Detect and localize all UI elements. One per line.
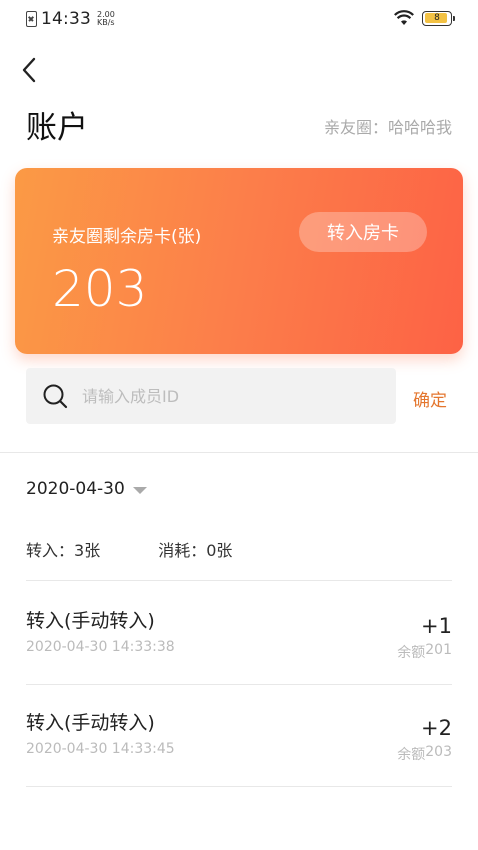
- record-balance: 余额 203: [397, 744, 452, 764]
- page-title: 账户: [26, 110, 88, 146]
- record-title: 转入(手动转入): [26, 712, 155, 734]
- circle-info: 亲友圈： 哈哈哈我: [324, 114, 452, 138]
- card-balance-label: 亲友圈剩余房卡(张): [52, 227, 202, 247]
- record-balance-label: 余额: [397, 645, 426, 661]
- list-divider: [26, 580, 452, 581]
- network-speed-unit: KB/s: [97, 18, 115, 27]
- summary-in-value: 3张: [74, 541, 101, 560]
- summary-consumed: 消耗： 0张: [158, 537, 232, 561]
- room-card-balance-card: 亲友圈剩余房卡(张) 203 转入房卡: [15, 168, 463, 354]
- record-balance-label: 余额: [397, 747, 426, 763]
- status-left: 14:33 2.00 KB/s: [26, 9, 115, 29]
- list-item: 转入(手动转入) 2020-04-30 14:33:38 +1 余额 201: [26, 606, 452, 686]
- wifi-icon: [394, 10, 414, 25]
- date-value: 2020-04-30: [26, 479, 125, 499]
- list-item: 转入(手动转入) 2020-04-30 14:33:45 +2 余额 203: [26, 708, 452, 788]
- record-balance-value: 203: [425, 744, 452, 760]
- status-bar: 14:33 2.00 KB/s 8: [0, 0, 478, 40]
- confirm-button[interactable]: 确定: [413, 386, 447, 411]
- member-id-input[interactable]: [82, 386, 362, 406]
- record-amount: +2: [421, 716, 452, 740]
- record-amount: +1: [421, 614, 452, 638]
- status-right: 8: [394, 10, 455, 26]
- battery-icon: 8: [422, 10, 455, 26]
- record-time: 2020-04-30 14:33:38: [26, 639, 175, 655]
- caret-down-icon: [132, 486, 147, 494]
- transfer-card-button[interactable]: 转入房卡: [299, 212, 427, 252]
- record-time: 2020-04-30 14:33:45: [26, 741, 175, 757]
- section-divider: [0, 452, 478, 453]
- record-title: 转入(手动转入): [26, 610, 155, 632]
- battery-level: 8: [434, 13, 440, 23]
- card-balance-value: 203: [52, 260, 148, 318]
- list-divider: [26, 684, 452, 685]
- no-sim-icon: [26, 11, 37, 27]
- daily-summary: 转入： 3张 消耗： 0张: [26, 537, 232, 561]
- status-time: 14:33: [41, 9, 91, 29]
- summary-used-label: 消耗：: [158, 541, 207, 560]
- record-balance: 余额 201: [397, 642, 452, 662]
- circle-name: 哈哈哈我: [387, 118, 452, 137]
- member-search-box: [26, 368, 396, 424]
- summary-in-label: 转入：: [26, 541, 75, 560]
- summary-used-value: 0张: [206, 541, 233, 560]
- chevron-left-icon: [22, 57, 36, 83]
- search-icon: [43, 384, 68, 409]
- network-speed: 2.00 KB/s: [97, 11, 115, 27]
- back-button[interactable]: [14, 54, 44, 86]
- summary-transfer-in: 转入： 3张: [26, 537, 100, 561]
- list-divider: [26, 786, 452, 787]
- record-balance-value: 201: [425, 642, 452, 658]
- circle-label: 亲友圈：: [323, 118, 388, 137]
- date-select[interactable]: 2020-04-30: [26, 479, 147, 499]
